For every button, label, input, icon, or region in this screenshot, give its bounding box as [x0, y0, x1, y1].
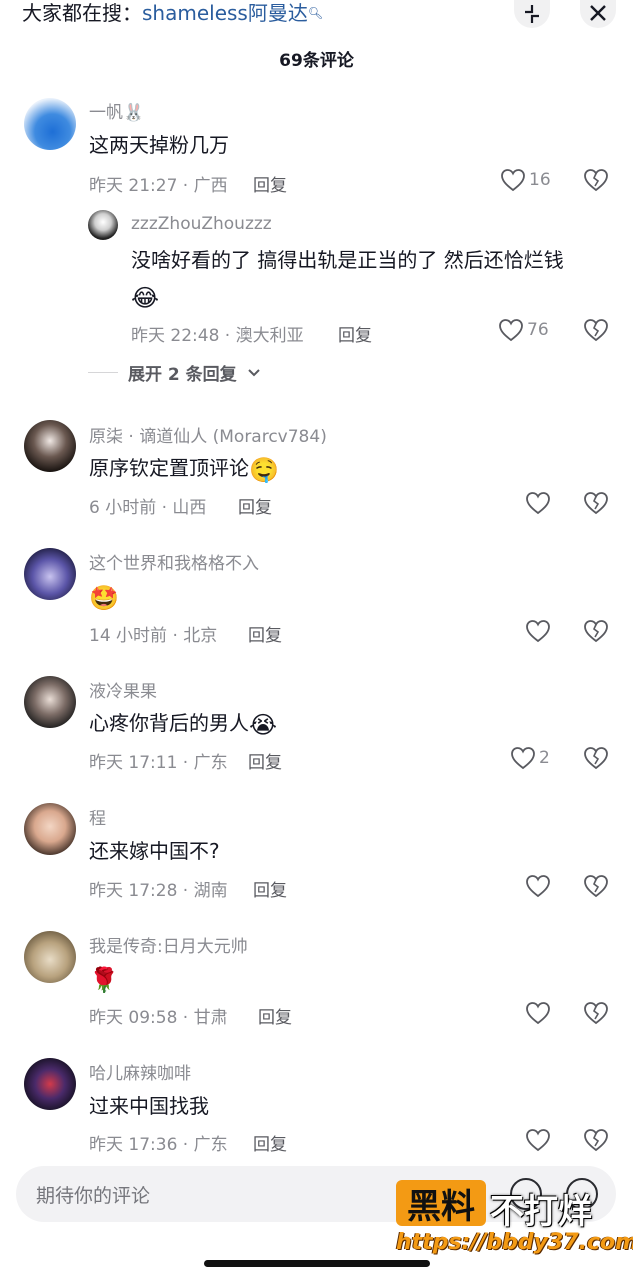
comment-meta: 昨天 17:28 · 湖南	[89, 881, 228, 901]
comment-meta: 昨天 17:36 · 广东	[89, 1135, 228, 1155]
comment-meta: 昨天 09:58 · 甘肃	[89, 1008, 228, 1028]
heart-icon	[499, 319, 523, 342]
comment-input-placeholder: 期待你的评论	[36, 1185, 151, 1207]
comment-emoji-line: 😂	[131, 279, 159, 313]
reply-button[interactable]: 回复	[248, 748, 282, 773]
dislike-icon[interactable]	[583, 1001, 609, 1025]
search-prefix: 大家都在搜：	[22, 1, 142, 25]
crying-emoji: 😭	[249, 710, 278, 739]
avatar[interactable]	[24, 931, 76, 983]
watermark-text: 不打烊	[490, 1192, 592, 1232]
comment-author[interactable]: 哈儿麻辣咖啡	[89, 1059, 191, 1084]
top-bar: 大家都在搜：shameless阿曼达🔍︎	[0, 0, 633, 34]
comment-text: 还来嫁中国不?	[89, 839, 220, 863]
close-button[interactable]	[580, 0, 616, 28]
heart-icon[interactable]	[525, 1001, 551, 1025]
comment-text-line: 🤩	[89, 579, 119, 613]
like-count: 16	[529, 170, 551, 190]
comment-author[interactable]: 这个世界和我格格不入	[89, 549, 259, 574]
comment-text-line: 🌹	[89, 961, 119, 995]
comment-text-line: 原序钦定置顶评论🤤	[89, 451, 279, 485]
laughing-emoji: 😂	[131, 283, 160, 312]
heart-icon[interactable]	[525, 1128, 551, 1152]
star-struck-emoji: 🤩	[89, 583, 119, 612]
dislike-icon[interactable]	[583, 746, 609, 770]
dislike-icon[interactable]	[583, 874, 609, 898]
comment-author[interactable]: 我是传奇:日月大元帅	[89, 932, 248, 957]
search-suggestion[interactable]: 大家都在搜：shameless阿曼达🔍︎	[22, 0, 323, 26]
watermark: 黑料 不打烊 https://bbdy37.com	[396, 1180, 633, 1260]
avatar[interactable]	[24, 676, 76, 728]
comment-meta: 6 小时前 · 山西	[89, 498, 207, 518]
comment-meta: 14 小时前 · 北京	[89, 626, 218, 646]
comment-author[interactable]: 液冷果果	[89, 677, 157, 702]
comment-author[interactable]: 原柒 · 谪道仙人 (Morarcv784)	[89, 422, 327, 447]
collapse-button[interactable]	[514, 0, 550, 28]
expand-replies-button[interactable]: 展开 2 条回复	[88, 360, 261, 385]
close-icon	[587, 3, 609, 25]
search-icon: 🔍︎	[307, 6, 324, 20]
search-keyword[interactable]: shameless阿曼达	[142, 1, 308, 25]
like-count: 76	[527, 320, 549, 340]
heart-icon	[511, 747, 535, 770]
reply-button[interactable]: 回复	[258, 1003, 292, 1028]
drooling-emoji: 🤤	[249, 455, 279, 484]
avatar[interactable]	[24, 98, 76, 150]
reply-button[interactable]: 回复	[253, 171, 287, 196]
comment-text: 过来中国找我	[89, 1094, 209, 1118]
comment-text: 心疼你背后的男人	[89, 711, 249, 735]
collapse-icon	[521, 3, 543, 25]
avatar[interactable]	[24, 1058, 76, 1110]
dislike-icon[interactable]	[583, 318, 609, 342]
reply-button[interactable]: 回复	[338, 321, 372, 346]
comment-text: 原序钦定置顶评论	[89, 456, 249, 480]
dislike-icon[interactable]	[583, 168, 609, 192]
avatar[interactable]	[24, 420, 76, 472]
like-button[interactable]: 2	[510, 746, 550, 770]
like-button[interactable]: 76	[498, 318, 549, 342]
divider	[88, 372, 118, 373]
comment-text: 这两天掉粉几万	[89, 133, 229, 157]
reply-button[interactable]: 回复	[253, 876, 287, 901]
comment-meta: 昨天 21:27 · 广西	[89, 176, 228, 196]
avatar[interactable]	[88, 210, 118, 240]
avatar[interactable]	[24, 803, 76, 855]
watermark-logo-box: 黑料	[396, 1180, 486, 1227]
heart-icon[interactable]	[525, 619, 551, 643]
chevron-down-icon	[247, 368, 260, 376]
dislike-icon[interactable]	[583, 491, 609, 515]
heart-icon[interactable]	[525, 491, 551, 515]
comment-author[interactable]: 一帆🐰	[89, 98, 144, 123]
comment-text-line: 心疼你背后的男人😭	[89, 706, 277, 740]
heart-icon[interactable]	[525, 874, 551, 898]
comment-text: 没啥好看的了 搞得出轨是正当的了 然后还恰烂钱	[131, 248, 564, 272]
comment-count-title: 69条评论	[279, 51, 354, 71]
like-count: 2	[539, 748, 550, 768]
like-button[interactable]: 16	[500, 168, 551, 192]
reply-button[interactable]: 回复	[238, 493, 272, 518]
comment-author[interactable]: zzzZhouZhouzzz	[131, 214, 272, 234]
rose-emoji: 🌹	[89, 965, 119, 994]
dislike-icon[interactable]	[583, 1128, 609, 1152]
expand-replies-label: 展开 2 条回复	[128, 365, 237, 385]
reply-button[interactable]: 回复	[248, 621, 282, 646]
home-indicator[interactable]	[204, 1260, 430, 1267]
watermark-url: https://bbdy37.com	[396, 1230, 633, 1255]
dislike-icon[interactable]	[583, 619, 609, 643]
comment-meta: 昨天 17:11 · 广东	[89, 753, 228, 773]
comment-author[interactable]: 程	[89, 804, 106, 829]
reply-button[interactable]: 回复	[253, 1130, 287, 1155]
avatar[interactable]	[24, 548, 76, 600]
comment-meta: 昨天 22:48 · 澳大利亚	[131, 326, 304, 346]
heart-icon	[501, 169, 525, 192]
